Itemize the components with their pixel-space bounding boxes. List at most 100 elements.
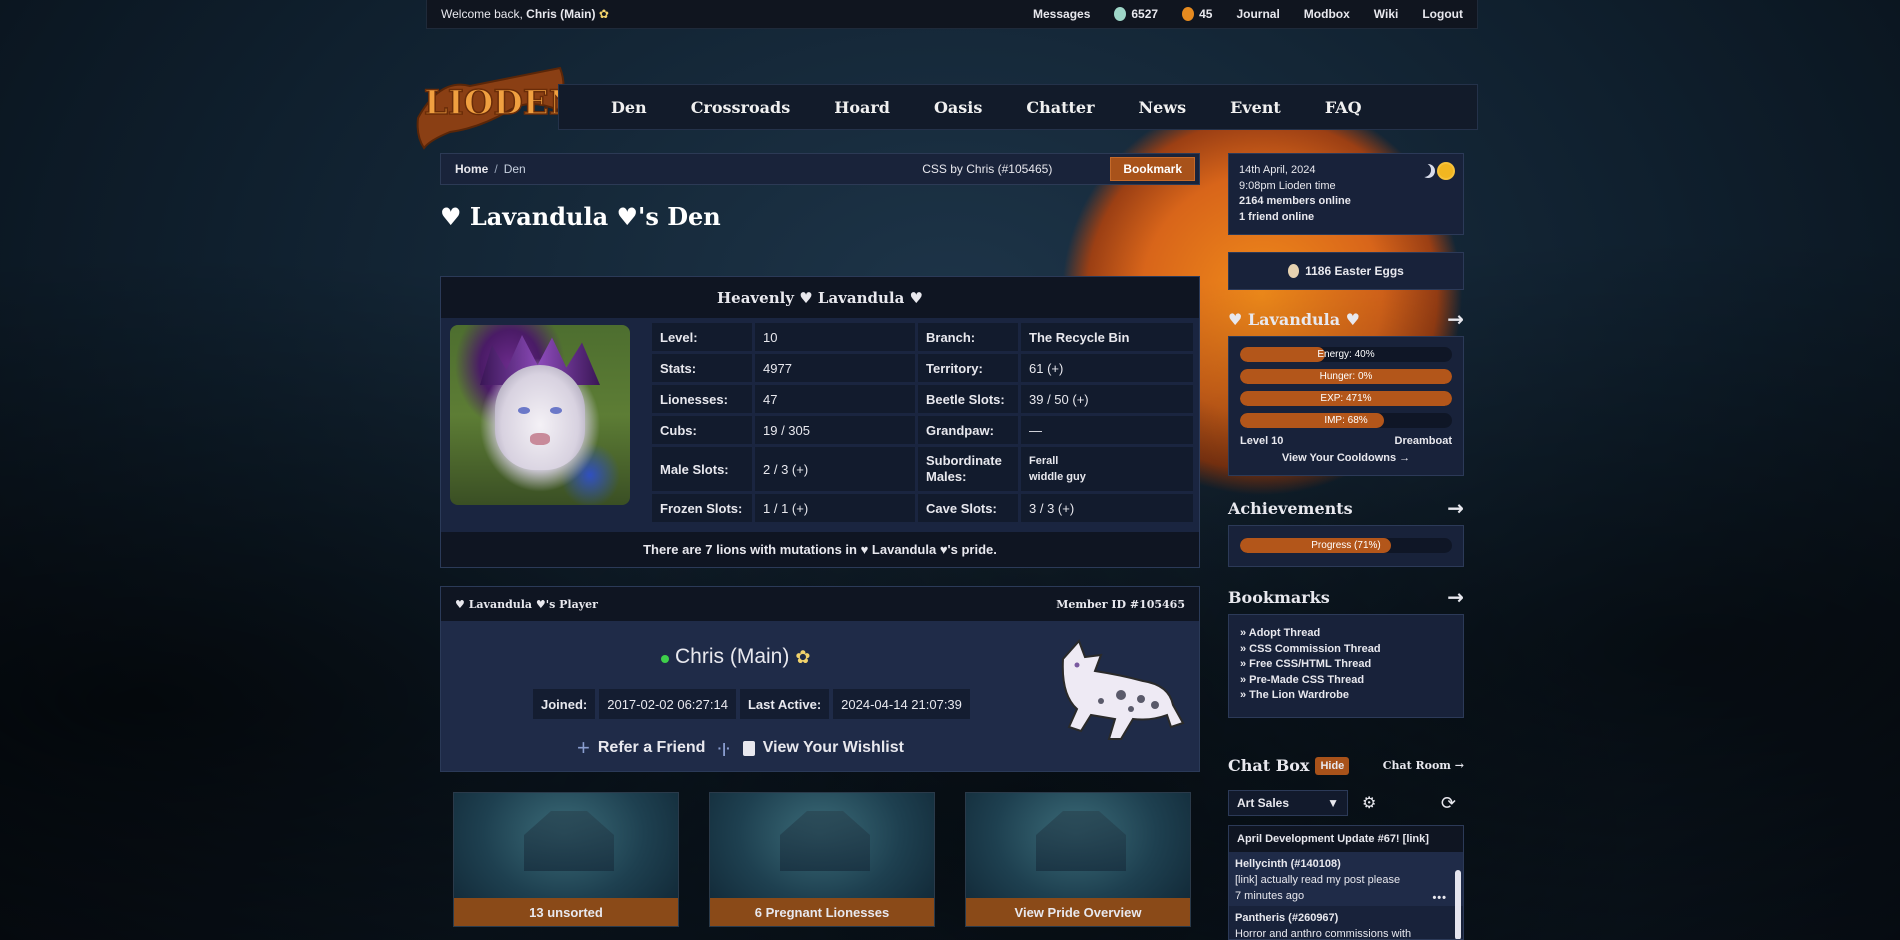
territory-value[interactable]: 61 (+) xyxy=(1021,354,1193,382)
stat-label: Stats: xyxy=(652,354,752,382)
status-bar-label: Energy: 40% xyxy=(1317,349,1375,360)
status-bar-label: IMP: 68% xyxy=(1324,415,1368,426)
wishlist-link[interactable]: View Your Wishlist xyxy=(742,739,904,757)
unsorted-tile[interactable]: 13 unsorted xyxy=(453,792,679,927)
breadcrumb-home[interactable]: Home xyxy=(455,162,488,176)
arrow-right-icon[interactable]: → xyxy=(1447,496,1464,520)
nav-den[interactable]: Den xyxy=(611,98,647,117)
nav-chatter[interactable]: Chatter xyxy=(1026,98,1094,117)
wiki-link[interactable]: Wiki xyxy=(1374,7,1399,21)
bookmark-link[interactable]: » CSS Commission Thread xyxy=(1240,642,1452,658)
arrow-right-icon[interactable]: → xyxy=(1447,307,1464,331)
stat-label: Lionesses: xyxy=(652,385,752,413)
sun-icon xyxy=(1439,164,1453,178)
lion-status-header: ♥ Lavandula ♥ → xyxy=(1228,307,1464,331)
nav-hoard[interactable]: Hoard xyxy=(834,98,890,117)
mutation-count-link[interactable]: 7 lions xyxy=(705,542,746,557)
lion-heading: Heavenly ♥ Lavandula ♥ xyxy=(441,277,1199,318)
mutation-prefix: There are xyxy=(643,542,702,557)
css-credit[interactable]: CSS by Chris (#105465) xyxy=(922,162,1052,176)
welcome-prefix: Welcome back, xyxy=(441,7,523,21)
tile-label: 6 Pregnant Lionesses xyxy=(710,898,934,926)
player-actions: + Refer a Friend ·|· View Your Wishlist xyxy=(577,735,904,761)
nav-crossroads[interactable]: Crossroads xyxy=(691,98,791,117)
logout-link[interactable]: Logout xyxy=(1422,7,1463,21)
stat-label: Cubs: xyxy=(652,416,752,444)
chat-author[interactable]: Hellycinth (#140108) xyxy=(1235,856,1457,872)
members-online[interactable]: 2164 members online xyxy=(1239,194,1453,210)
pride-overview-tile[interactable]: View Pride Overview xyxy=(965,792,1191,927)
modbox-link[interactable]: Modbox xyxy=(1304,7,1350,21)
gear-icon[interactable]: ⚙ xyxy=(1362,793,1376,813)
progress-label: Progress (71%) xyxy=(1311,540,1381,551)
stat-label: Male Slots: xyxy=(652,447,752,491)
nav-event[interactable]: Event xyxy=(1230,98,1281,117)
lioden-logo[interactable]: LIODEN xyxy=(410,48,581,150)
male-slots-value[interactable]: 2 / 3 (+) xyxy=(755,447,915,491)
refresh-icon[interactable]: ⟳ xyxy=(1441,793,1456,814)
nav-oasis[interactable]: Oasis xyxy=(934,98,982,117)
welcome-user[interactable]: Chris (Main) xyxy=(526,7,595,21)
refer-friend-link[interactable]: + Refer a Friend xyxy=(577,735,705,761)
stat-value: 47 xyxy=(755,385,915,413)
journal-link[interactable]: Journal xyxy=(1236,7,1279,21)
bugs-currency[interactable]: 45 xyxy=(1182,7,1212,21)
arrow-right-icon[interactable]: → xyxy=(1447,585,1464,609)
chat-author[interactable]: Pantheris (#260967) xyxy=(1235,910,1457,926)
easter-eggs-box[interactable]: 1186 Easter Eggs xyxy=(1228,252,1464,290)
lion-portrait[interactable] xyxy=(450,325,630,505)
frozen-slots-value[interactable]: 1 / 1 (+) xyxy=(755,494,915,522)
more-options-icon[interactable]: ••• xyxy=(1432,890,1447,906)
status-bar: Energy: 40% xyxy=(1240,347,1452,362)
status-bar: EXP: 471% xyxy=(1240,391,1452,406)
lion-status-box: Energy: 40% Hunger: 0% EXP: 471% IMP: 68% L… xyxy=(1228,336,1464,476)
bugs-count: 45 xyxy=(1199,7,1213,21)
friends-online[interactable]: 1 friend online xyxy=(1239,210,1453,226)
main-nav: Den Crossroads Hoard Oasis Chatter News … xyxy=(558,84,1478,130)
achievement-progress-bar: Progress (71%) xyxy=(1240,538,1452,553)
chat-message: Pantheris (#260967) Horror and anthro co… xyxy=(1229,906,1463,939)
moon-icon xyxy=(1421,164,1435,178)
beetles-currency[interactable]: 6527 xyxy=(1114,7,1158,21)
stat-label: Frozen Slots: xyxy=(652,494,752,522)
beetle-slots-value[interactable]: 39 / 50 (+) xyxy=(1021,385,1193,413)
messages-link[interactable]: Messages xyxy=(1033,7,1090,21)
chat-room-link[interactable]: Chat Room → xyxy=(1383,759,1464,772)
bookmark-link[interactable]: » Pre-Made CSS Thread xyxy=(1240,673,1452,689)
bookmark-link[interactable]: » The Lion Wardrobe xyxy=(1240,688,1452,704)
chat-announcement[interactable]: April Development Update #67! [link] xyxy=(1229,826,1463,852)
joined-value: 2017-02-02 06:27:14 xyxy=(599,689,736,719)
cooldowns-link[interactable]: View Your Cooldowns → xyxy=(1240,452,1452,464)
pregnant-lionesses-tile[interactable]: 6 Pregnant Lionesses xyxy=(709,792,935,927)
tile-label: 13 unsorted xyxy=(454,898,678,926)
wishlist-label: View Your Wishlist xyxy=(762,739,904,756)
bookmarks-title: Bookmarks xyxy=(1228,587,1330,607)
nav-news[interactable]: News xyxy=(1139,98,1187,117)
bookmark-link[interactable]: » Free CSS/HTML Thread xyxy=(1240,657,1452,673)
plus-icon: + xyxy=(577,735,590,760)
cave-slots-value[interactable]: 3 / 3 (+) xyxy=(1021,494,1193,522)
hide-chat-button[interactable]: Hide xyxy=(1315,756,1350,775)
mutation-suffix: with mutations in ♥ Lavandula ♥'s pride. xyxy=(750,542,997,557)
player-name[interactable]: Chris (Main) ✿ xyxy=(661,645,810,669)
bookmark-button[interactable]: Bookmark xyxy=(1110,157,1195,181)
chatbox-header: Chat Box Hide Chat Room → xyxy=(1228,756,1464,775)
chat-channel-select[interactable]: Art Sales ▼ xyxy=(1228,790,1348,816)
chat-message: Hellycinth (#140108) [link] actually rea… xyxy=(1229,852,1463,906)
nav-faq[interactable]: FAQ xyxy=(1325,98,1362,117)
status-bar-label: Hunger: 0% xyxy=(1319,371,1373,382)
subordinate-males: Ferall widdle guy xyxy=(1021,447,1193,491)
bookmark-link[interactable]: » Adopt Thread xyxy=(1240,626,1452,642)
status-bar: Hunger: 0% xyxy=(1240,369,1452,384)
flower-icon: ✿ xyxy=(795,646,811,667)
sub-male-link[interactable]: Ferall xyxy=(1029,453,1058,469)
online-status-icon xyxy=(661,655,669,663)
stat-label: Subordinate Males: xyxy=(918,447,1018,491)
branch-link[interactable]: The Recycle Bin xyxy=(1021,323,1193,351)
chat-controls: Art Sales ▼ ⚙ ⟳ xyxy=(1228,790,1464,816)
scroll-icon xyxy=(742,740,755,756)
flower-icon: ✿ xyxy=(598,7,609,21)
sub-male-link[interactable]: widdle guy xyxy=(1029,469,1086,485)
chat-scrollbar[interactable] xyxy=(1455,870,1461,939)
player-dates: Joined: 2017-02-02 06:27:14 Last Active:… xyxy=(533,689,970,719)
